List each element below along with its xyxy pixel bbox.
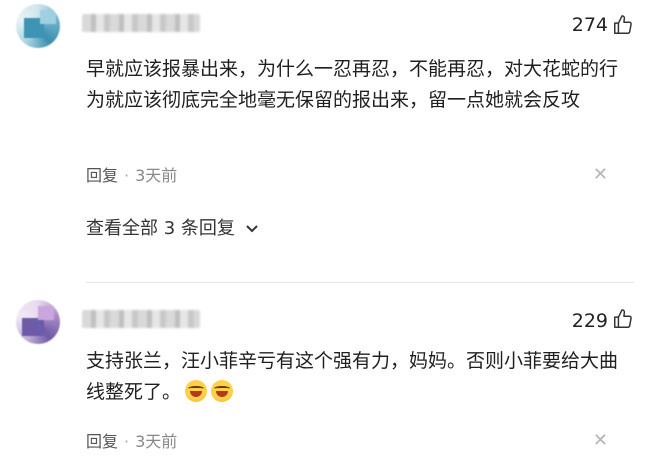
thumbs-up-icon[interactable] <box>612 308 634 330</box>
divider <box>86 282 634 283</box>
like-count: 229 <box>571 310 608 332</box>
thumbs-up-icon[interactable] <box>612 14 634 36</box>
comment-text: 支持张兰，汪小菲辛亏有这个强有力，妈妈。否则小菲要给大曲线整死了。 <box>86 346 626 408</box>
reply-button[interactable]: 回复 <box>86 166 118 185</box>
avatar[interactable] <box>16 300 60 344</box>
comment-text-body: 支持张兰，汪小菲辛亏有这个强有力，妈妈。否则小菲要给大曲线整死了。 <box>86 350 619 403</box>
comment-meta: 回复 · 3天前 <box>86 428 177 452</box>
meta-separator: · <box>124 166 130 185</box>
comment-time: 3天前 <box>135 432 178 451</box>
username-blurred[interactable] <box>82 14 200 32</box>
view-all-replies-button[interactable]: 查看全部 3 条回复 <box>86 214 259 240</box>
meta-separator: · <box>124 432 130 451</box>
chevron-down-icon <box>245 225 258 233</box>
comment-time: 3天前 <box>135 166 178 185</box>
laughing-crying-emoji-icon <box>185 380 208 402</box>
reply-button[interactable]: 回复 <box>86 432 118 451</box>
comment-text: 早就应该报暴出来，为什么一忍再忍，不能再忍，对大花蛇的行为就应该彻底完全地毫无保… <box>86 58 619 111</box>
comment-meta: 回复 · 3天前 <box>86 162 177 186</box>
comment-item: 274 早就应该报暴出来，为什么一忍再忍，不能再忍，对大花蛇的行为就应该彻底完全… <box>0 0 648 258</box>
like-count: 274 <box>571 14 608 36</box>
close-icon[interactable]: ✕ <box>593 430 608 451</box>
view-replies-label: 查看全部 3 条回复 <box>86 218 235 239</box>
username-blurred[interactable] <box>82 310 200 328</box>
avatar[interactable] <box>16 4 60 48</box>
close-icon[interactable]: ✕ <box>593 164 608 185</box>
laughing-crying-emoji-icon <box>211 380 234 402</box>
